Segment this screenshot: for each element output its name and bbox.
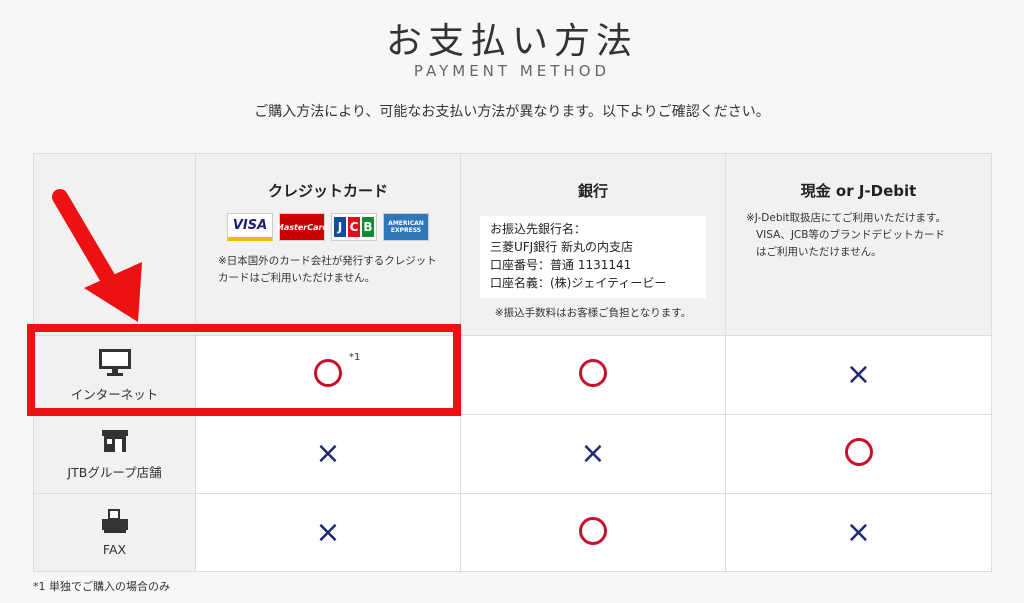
cash-note-line: ※J-Debit取扱店にてご利用いただけます。: [746, 212, 947, 224]
cell-store-bank: ×: [460, 414, 726, 494]
cell-fax-bank: [460, 493, 726, 572]
circle-mark: [579, 516, 607, 545]
bank-line: 口座番号：普通 1131141: [490, 258, 632, 272]
header-credit-card: クレジットカード VISA MasterCard JCB AMERICAN EX…: [195, 153, 461, 336]
cell-store-cash: [725, 414, 992, 494]
visa-logo-icon: VISA: [227, 213, 273, 241]
bank-line: 口座名義：(株)ジェイティービー: [490, 276, 667, 290]
header-bank: 銀行 お振込先銀行名： 三菱UFJ銀行 新丸の内支店 口座番号：普通 11311…: [460, 153, 726, 336]
bank-line: お振込先銀行名：: [490, 222, 587, 236]
bank-line: 三菱UFJ銀行 新丸の内支店: [490, 240, 634, 254]
credit-card-title: クレジットカード: [267, 182, 388, 200]
mastercard-logo-icon: MasterCard: [276, 213, 328, 241]
red-arrow-icon: [52, 189, 142, 322]
footnote: *1 単独でご購入の場合のみ: [33, 580, 170, 593]
cell-fax-cash: ×: [725, 493, 992, 572]
row-label-text: JTBグループ店舗: [67, 464, 162, 480]
table-row: JTBグループ店舗 × ×: [33, 414, 992, 494]
cash-note: ※J-Debit取扱店にてご利用いただけます。 VISA、JCB等のブランドデビ…: [746, 210, 973, 261]
cross-mark: ×: [315, 514, 341, 550]
cash-title: 現金 or J-Debit: [800, 182, 917, 200]
cross-mark: ×: [580, 436, 606, 471]
cell-internet-bank: [460, 335, 726, 415]
cross-mark: ×: [845, 514, 872, 550]
row-label-fax: FAX: [33, 493, 196, 572]
header-cash: 現金 or J-Debit ※J-Debit取扱店にてご利用いただけます。 VI…: [725, 153, 992, 336]
cross-mark: ×: [315, 436, 341, 471]
cross-mark: ×: [845, 357, 872, 392]
table-row: FAX × ×: [33, 493, 992, 572]
fax-icon: [101, 509, 128, 533]
bank-account-box: お振込先銀行名： 三菱UFJ銀行 新丸の内支店 口座番号：普通 1131141 …: [480, 216, 706, 298]
store-icon: [101, 429, 128, 452]
row-label-text: FAX: [102, 542, 127, 557]
cell-store-credit: ×: [195, 414, 461, 494]
cash-note-line: はご利用いただけません。: [756, 246, 882, 258]
card-logos: VISA MasterCard JCB AMERICAN EXPRESS: [196, 213, 460, 241]
amex-logo-icon: AMERICAN EXPRESS: [383, 213, 429, 241]
circle-mark: [579, 359, 607, 387]
credit-card-note: ※日本国外のカード会社が発行するクレジットカードはご利用いただけません。: [218, 255, 437, 284]
circle-mark: [844, 438, 873, 466]
row-label-jtb-store: JTBグループ店舗: [33, 414, 196, 494]
bank-note: ※振込手数料はお客様ご負担となります。: [494, 307, 692, 319]
jcb-logo-icon: JCB: [331, 213, 377, 241]
bank-title: 銀行: [577, 182, 608, 200]
cell-fax-credit: ×: [195, 493, 461, 572]
cash-note-line: VISA、JCB等のブランドデビットカード: [756, 229, 945, 241]
cell-internet-cash: ×: [725, 335, 992, 415]
